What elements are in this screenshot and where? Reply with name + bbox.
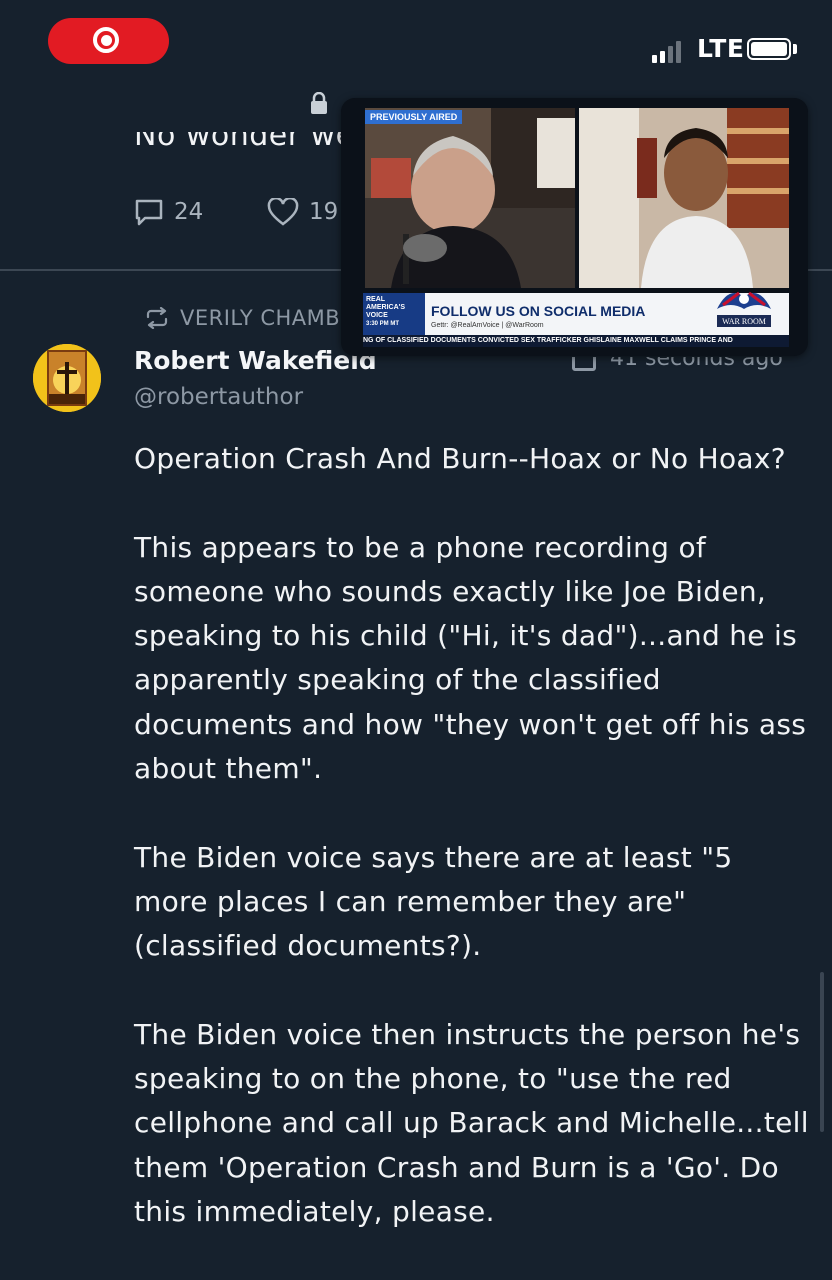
post-paragraph: The Biden voice says there are at least … — [134, 840, 733, 963]
network-logo: REAL AMERICA'S VOICE 3:30 PM MT — [363, 293, 425, 335]
repost-indicator[interactable]: VERILY CHAMB — [144, 306, 340, 330]
broadcast-time: 3:30 PM MT — [366, 321, 400, 327]
record-dot-icon — [101, 35, 112, 46]
video-overlay[interactable]: PREVIOUSLY AIRED REAL AMERICA'S VOICE 3:… — [341, 98, 808, 356]
repost-icon — [146, 307, 168, 329]
repost-label: VERILY CHAMB — [180, 306, 341, 330]
like-button[interactable]: 19 — [267, 198, 338, 226]
banner-headline: FOLLOW US ON SOCIAL MEDIA — [431, 303, 646, 319]
book-cover-image — [33, 344, 101, 412]
signal-strength-icon — [652, 37, 692, 63]
network-type-label: LTE — [697, 34, 745, 63]
reply-count: 24 — [174, 199, 204, 225]
social-handles: Gettr: @RealAmVoice | @WarRoom — [431, 322, 544, 329]
post-paragraph: The Biden voice then instructs the perso… — [134, 1017, 809, 1229]
previous-post-text: No wonder we — [134, 118, 355, 153]
network-logo-line: AMERICA'S — [366, 304, 405, 311]
battery-tip — [793, 44, 797, 54]
author-handle[interactable]: @robertauthor — [134, 384, 303, 410]
post-paragraph: Operation Crash And Burn--Hoax or No Hoa… — [134, 442, 786, 475]
news-ticker: NG OF CLASSIFIED DOCUMENTS CONVICTED SEX… — [363, 335, 789, 347]
heart-icon — [267, 198, 299, 226]
avatar[interactable] — [33, 344, 101, 412]
eagle-logo-icon: WAR ROOM — [717, 291, 771, 327]
scrollbar[interactable] — [820, 972, 824, 1132]
previously-aired-badge: PREVIOUSLY AIRED — [365, 110, 463, 124]
comment-icon — [135, 199, 163, 226]
battery-level — [751, 42, 787, 56]
network-logo-line: REAL — [366, 296, 386, 303]
lock-icon — [311, 92, 327, 114]
network-logo-line: VOICE — [366, 312, 388, 319]
post-paragraph: This appears to be a phone recording of … — [134, 530, 807, 786]
like-count: 19 — [309, 199, 339, 225]
show-logo-text: WAR ROOM — [722, 317, 766, 326]
post-body: Operation Crash And Burn--Hoax or No Hoa… — [134, 437, 814, 1279]
reply-button[interactable]: 24 — [134, 198, 203, 226]
